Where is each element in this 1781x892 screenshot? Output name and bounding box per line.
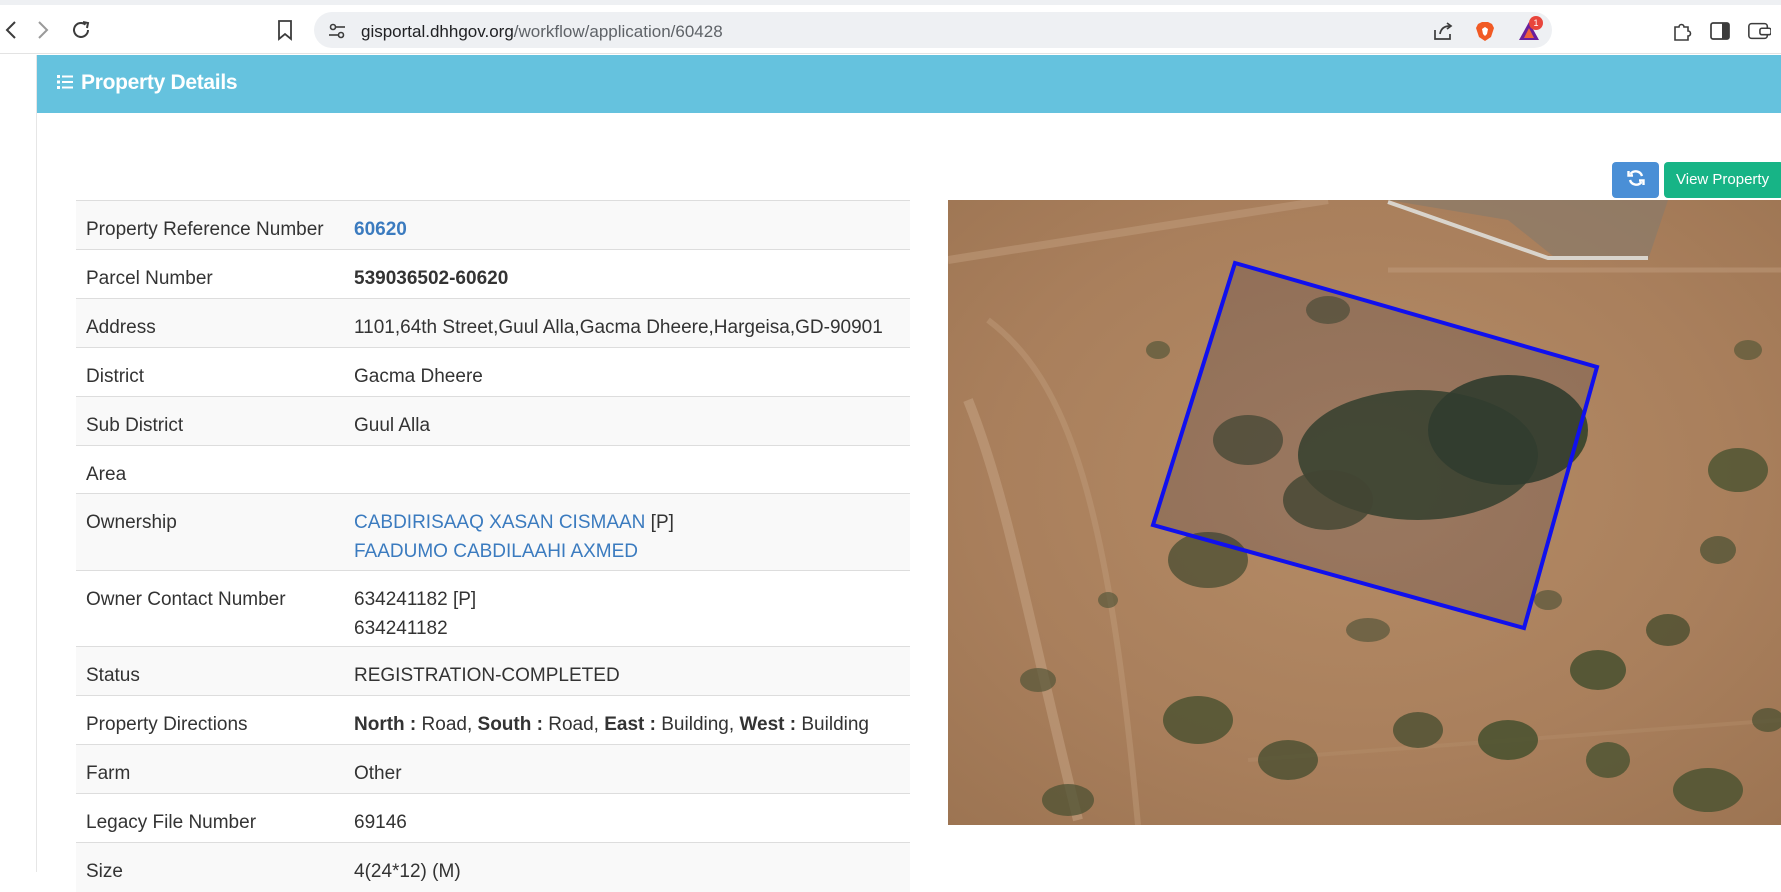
legacy-file-value: 69146 bbox=[344, 793, 910, 843]
property-map[interactable] bbox=[948, 200, 1781, 825]
row-label: Ownership bbox=[76, 493, 344, 571]
direction-label: North : bbox=[354, 714, 417, 735]
brave-rewards-icon[interactable]: 1 bbox=[1518, 16, 1543, 42]
contact-number: 634241182 [P] bbox=[354, 589, 477, 610]
row-label: Status bbox=[76, 646, 344, 696]
row-label: Farm bbox=[76, 744, 344, 794]
row-label: Address bbox=[76, 298, 344, 348]
table-row: Size 4(24*12) (M) bbox=[76, 842, 910, 892]
address-value: 1101,64th Street,Guul Alla,Gacma Dheere,… bbox=[344, 298, 910, 348]
sidebar-toggle-icon[interactable] bbox=[1708, 19, 1732, 43]
direction-value: Road, bbox=[416, 714, 478, 735]
row-label: Size bbox=[76, 842, 344, 892]
direction-label: West : bbox=[739, 714, 797, 735]
row-label: Property Directions bbox=[76, 695, 344, 745]
table-row: Property Directions North : Road, South … bbox=[76, 695, 910, 745]
table-row: Property Reference Number 60620 bbox=[76, 200, 910, 250]
direction-value: Building, bbox=[655, 714, 740, 735]
url-text[interactable]: gisportal.dhhgov.org/workflow/applicatio… bbox=[361, 22, 723, 42]
property-reference-link[interactable]: 60620 bbox=[344, 200, 910, 250]
farm-value: Other bbox=[344, 744, 910, 794]
view-property-button[interactable]: View Property bbox=[1664, 162, 1781, 198]
page-title: Property Details bbox=[81, 71, 238, 94]
directions-value: North : Road, South : Road, East : Build… bbox=[344, 695, 910, 745]
ownership-value: CABDIRISAAQ XASAN CISMAAN [P] FAADUMO CA… bbox=[344, 493, 910, 571]
table-row: Legacy File Number 69146 bbox=[76, 793, 910, 843]
table-row: Status REGISTRATION-COMPLETED bbox=[76, 646, 910, 696]
wallet-icon[interactable] bbox=[1747, 19, 1771, 43]
direction-label: East : bbox=[604, 714, 656, 735]
contact-value: 634241182 [P] 634241182 bbox=[344, 570, 910, 647]
address-bar[interactable]: gisportal.dhhgov.org/workflow/applicatio… bbox=[314, 12, 1552, 48]
row-label: Property Reference Number bbox=[76, 200, 344, 250]
property-reference-value[interactable]: 60620 bbox=[354, 219, 407, 240]
refresh-icon bbox=[1626, 168, 1646, 193]
row-label: Sub District bbox=[76, 396, 344, 446]
owner-link[interactable]: FAADUMO CABDILAAHI AXMED bbox=[354, 541, 638, 562]
table-row: Parcel Number 539036502-60620 bbox=[76, 249, 910, 299]
district-value: Gacma Dheere bbox=[344, 347, 910, 397]
refresh-button[interactable] bbox=[1612, 162, 1659, 198]
row-label: Owner Contact Number bbox=[76, 570, 344, 647]
owner-link[interactable]: CABDIRISAAQ XASAN CISMAAN bbox=[354, 512, 645, 533]
satellite-map bbox=[948, 200, 1781, 825]
sub-district-value: Guul Alla bbox=[344, 396, 910, 446]
size-value: 4(24*12) (M) bbox=[344, 842, 910, 892]
row-label: Legacy File Number bbox=[76, 793, 344, 843]
primary-owner-tag: [P] bbox=[645, 512, 674, 533]
table-row: Owner Contact Number 634241182 [P] 63424… bbox=[76, 570, 910, 647]
brave-shields-icon[interactable] bbox=[1474, 20, 1496, 42]
url-domain: gisportal.dhhgov.org bbox=[361, 22, 514, 41]
contact-number: 634241182 bbox=[354, 618, 448, 639]
forward-icon[interactable] bbox=[32, 19, 54, 41]
area-value bbox=[344, 445, 910, 494]
extensions-icon[interactable] bbox=[1670, 19, 1694, 43]
row-label: District bbox=[76, 347, 344, 397]
url-path: /workflow/application/60428 bbox=[513, 22, 723, 41]
browser-toolbar: gisportal.dhhgov.org/workflow/applicatio… bbox=[0, 5, 1781, 54]
rewards-badge: 1 bbox=[1529, 16, 1543, 30]
table-row: Sub District Guul Alla bbox=[76, 396, 910, 446]
reload-icon[interactable] bbox=[70, 19, 92, 41]
row-label: Area bbox=[76, 445, 344, 494]
row-label: Parcel Number bbox=[76, 249, 344, 299]
site-settings-icon[interactable] bbox=[326, 20, 348, 42]
status-value: REGISTRATION-COMPLETED bbox=[344, 646, 910, 696]
table-row: Ownership CABDIRISAAQ XASAN CISMAAN [P] … bbox=[76, 493, 910, 571]
table-row: Address 1101,64th Street,Guul Alla,Gacma… bbox=[76, 298, 910, 348]
back-icon[interactable] bbox=[0, 19, 22, 41]
parcel-number-value: 539036502-60620 bbox=[344, 249, 910, 299]
property-details-table: Property Reference Number 60620 Parcel N… bbox=[76, 200, 910, 892]
table-row: Area bbox=[76, 445, 910, 494]
page-left-border bbox=[36, 55, 37, 872]
direction-label: South : bbox=[477, 714, 543, 735]
share-icon[interactable] bbox=[1432, 20, 1454, 42]
direction-value: Building bbox=[796, 714, 869, 735]
bookmark-icon[interactable] bbox=[274, 19, 296, 41]
list-icon bbox=[57, 74, 73, 95]
table-row: Farm Other bbox=[76, 744, 910, 794]
property-details-header: Property Details bbox=[37, 55, 1781, 113]
table-row: District Gacma Dheere bbox=[76, 347, 910, 397]
direction-value: Road, bbox=[542, 714, 605, 735]
